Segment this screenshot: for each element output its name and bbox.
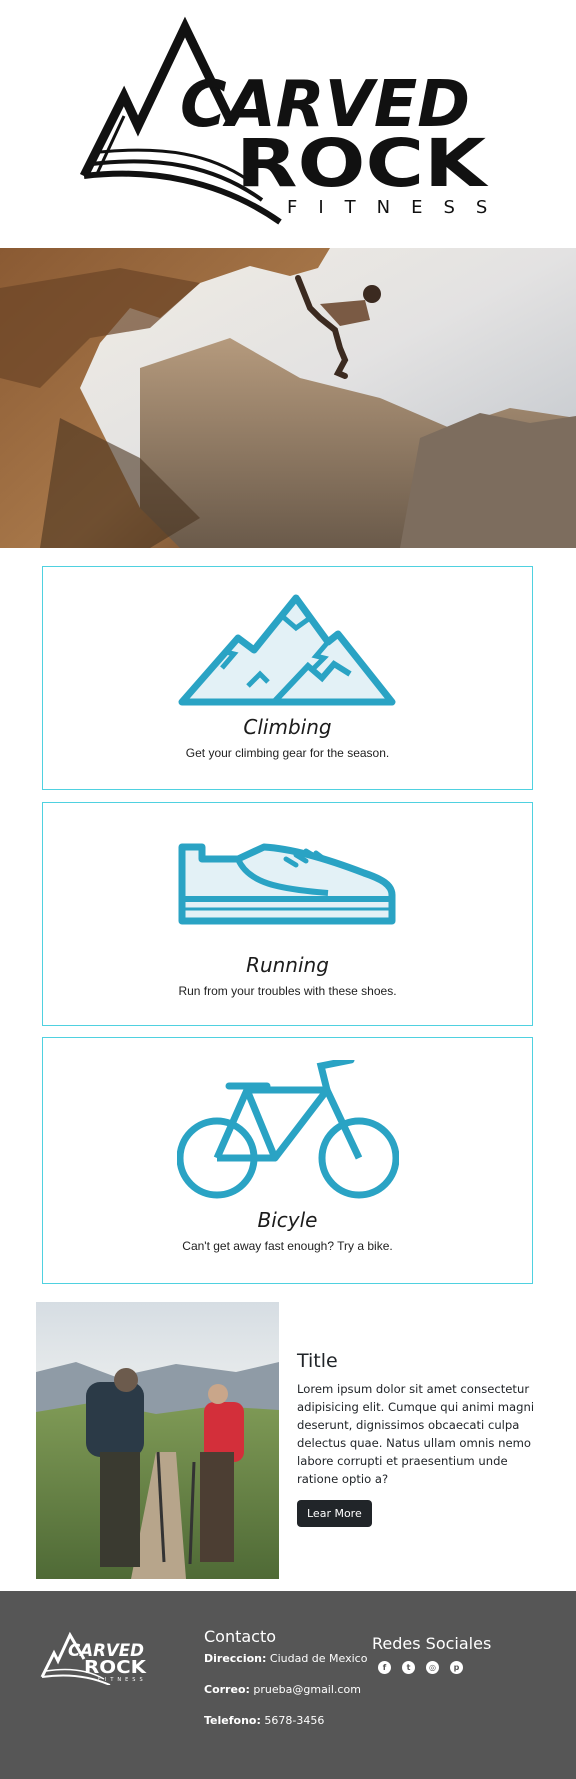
email-label: Correo: [204,1683,250,1696]
feature-title: Title [297,1350,338,1372]
contact-title: Contacto [204,1627,277,1646]
site-logo: CARVED ROCK FITNESS [0,0,576,248]
social-title: Redes Sociales [372,1634,492,1653]
shoe-icon [178,843,398,932]
contact-email: Correo: prueba@gmail.com [204,1683,374,1696]
card-text: Run from your troubles with these shoes. [178,984,397,998]
mountains-icon [178,594,398,711]
feature-content: Title Lorem ipsum dolor sit amet consect… [297,1350,537,1527]
footer: CARVED ROCK FITNESS Contacto Direccion: … [0,1591,576,1779]
card-text: Can't get away fast enough? Try a bike. [182,1239,393,1253]
bicycle-icon [176,1056,399,1205]
card-running[interactable]: Running Run from your troubles with thes… [42,802,533,1026]
card-bicycle[interactable]: Bicyle Can't get away fast enough? Try a… [42,1037,533,1284]
phone-value: 5678-3456 [264,1714,325,1727]
contact-phone: Telefono: 5678-3456 [204,1714,374,1727]
learn-more-button[interactable]: Lear More [297,1500,372,1527]
card-title: Climbing [243,715,332,739]
twitter-icon[interactable]: t [402,1661,415,1674]
footer-logo: CARVED ROCK FITNESS [40,1629,152,1690]
card-text: Get your climbing gear for the season. [185,746,390,760]
hikers-image [36,1302,279,1579]
logo-word-rock: ROCK [236,125,489,202]
hero-image [0,248,576,548]
social-section: Redes Sociales f t ◎ p [372,1634,552,1674]
logo-word-fitness: FITNESS [287,197,508,218]
card-title: Running [246,953,329,977]
card-climbing[interactable]: Climbing Get your climbing gear for the … [42,566,533,790]
facebook-icon[interactable]: f [378,1661,391,1674]
feature-text: Lorem ipsum dolor sit amet consectetur a… [297,1382,535,1486]
address-value: Ciudad de Mexico [269,1652,368,1665]
footer-logo-word-3: FITNESS [98,1677,147,1683]
contact-address: Direccion: Ciudad de Mexico [204,1652,374,1665]
pinterest-icon[interactable]: p [450,1661,463,1674]
instagram-icon[interactable]: ◎ [426,1661,439,1674]
footer-logo-word-2: ROCK [84,1657,147,1678]
phone-label: Telefono: [204,1714,261,1727]
address-label: Direccion: [204,1652,267,1665]
contact-section: Contacto Direccion: Ciudad de Mexico Cor… [204,1627,374,1745]
card-title: Bicyle [257,1208,318,1232]
email-value[interactable]: prueba@gmail.com [253,1683,361,1696]
